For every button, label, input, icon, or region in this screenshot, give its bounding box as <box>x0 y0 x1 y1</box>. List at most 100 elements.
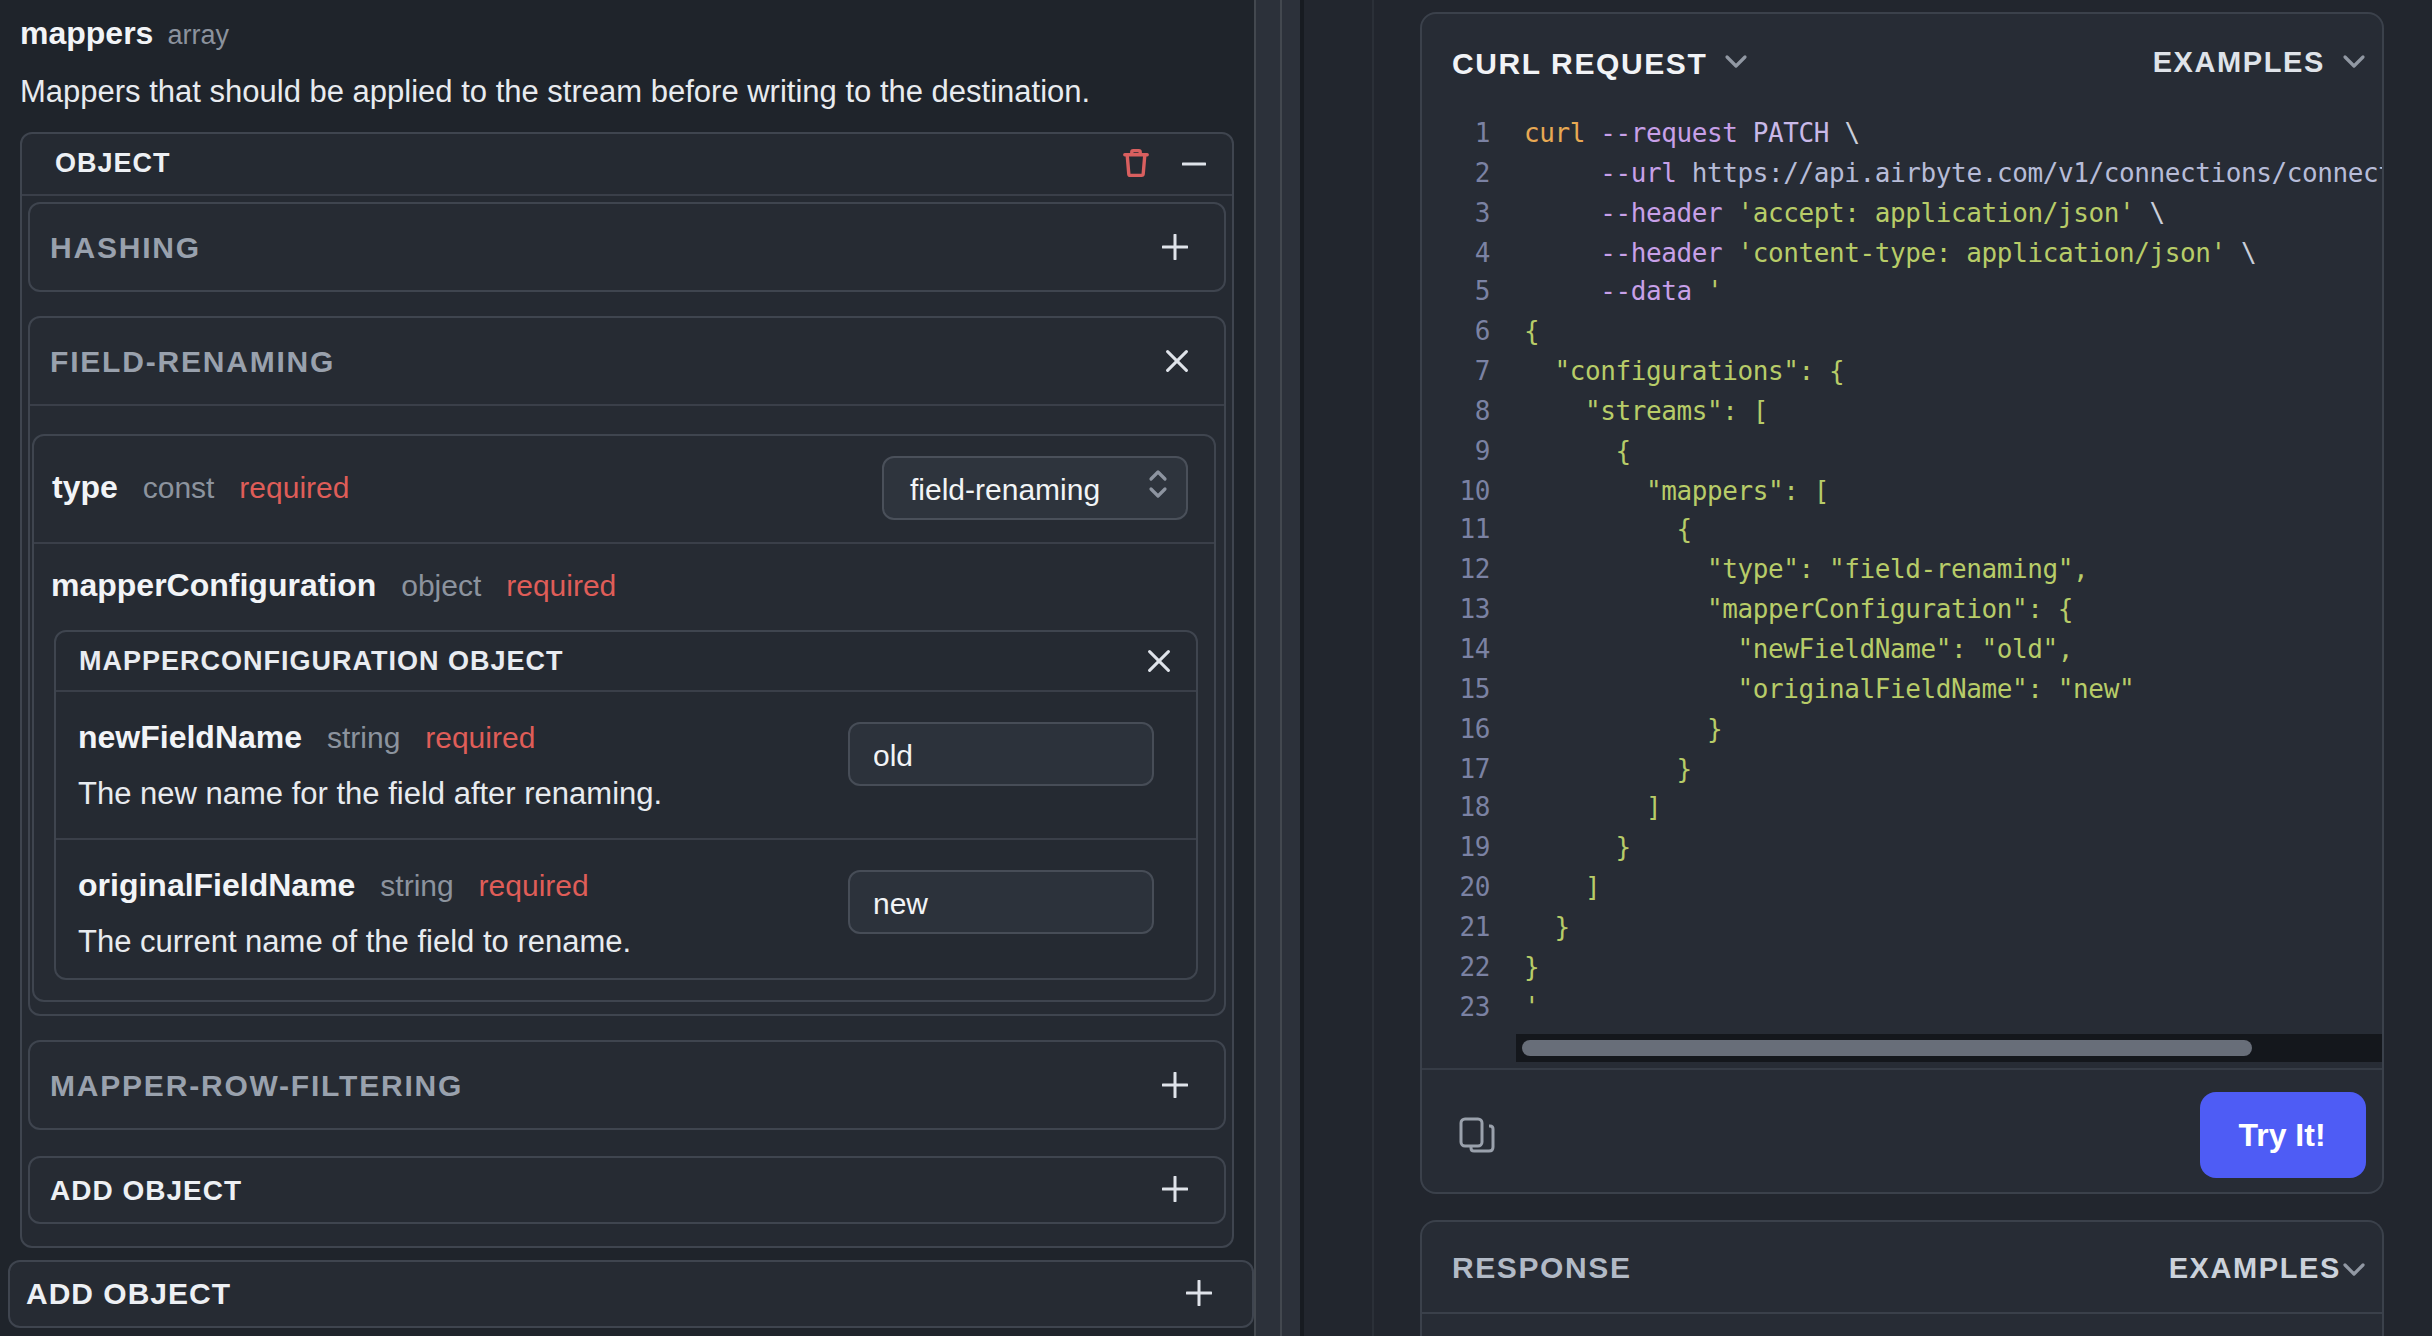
code-line: 10 "mappers": [ <box>1422 471 2381 511</box>
mapperconfiguration-required: required <box>506 567 616 601</box>
object-card-body: HASHING FIELD-RENAMING <box>22 195 1231 1245</box>
curl-request-title[interactable]: CURL REQUEST <box>1452 45 1707 79</box>
outer-add-object-label: ADD OBJECT <box>26 1277 231 1311</box>
plus-icon <box>1162 1072 1188 1098</box>
mapper-row-filtering-label: MAPPER-ROW-FILTERING <box>50 1068 463 1102</box>
newfieldname-kind: string <box>327 719 400 753</box>
examples-dropdown[interactable]: EXAMPLES <box>2153 46 2365 78</box>
chevron-down-icon <box>2341 1249 2365 1285</box>
outer-add-object-button[interactable]: ADD OBJECT <box>8 1259 1253 1328</box>
curl-code-block: 1curl --request PATCH \2 --url https://a… <box>1422 114 2381 1027</box>
line-number: 9 <box>1422 432 1490 472</box>
response-examples-dropdown[interactable]: EXAMPLES <box>2169 1249 2365 1285</box>
type-select[interactable]: field-renaming <box>882 456 1188 521</box>
line-number: 3 <box>1422 193 1490 233</box>
line-number: 7 <box>1422 352 1490 392</box>
code-line: 18 ] <box>1422 789 2381 829</box>
code-line: 9 { <box>1422 432 2381 472</box>
line-number: 19 <box>1422 828 1490 868</box>
add-object-label: ADD OBJECT <box>50 1173 242 1205</box>
mapperconfiguration-card: MAPPERCONFIGURATION OBJECT <box>53 629 1197 979</box>
code-line: 16 } <box>1422 709 2381 749</box>
type-field-row: type const required field-renaming <box>33 435 1214 543</box>
line-number: 20 <box>1422 868 1490 908</box>
mapper-row-filtering-expand[interactable] <box>1162 1072 1188 1098</box>
code-line: 23' <box>1422 987 2381 1027</box>
hashing-expand[interactable] <box>1162 233 1188 259</box>
line-number: 11 <box>1422 511 1490 551</box>
add-object-button[interactable]: ADD OBJECT <box>27 1155 1226 1223</box>
trash-icon[interactable] <box>1122 148 1150 178</box>
close-icon <box>1166 350 1188 372</box>
hashing-section[interactable]: HASHING <box>27 201 1226 291</box>
line-number: 14 <box>1422 630 1490 670</box>
code-line: 3 --header 'accept: application/json' \ <box>1422 193 2381 233</box>
line-number: 21 <box>1422 908 1490 948</box>
code-line: 6{ <box>1422 312 2381 352</box>
stepper-icon <box>1148 468 1168 508</box>
line-number: 4 <box>1422 233 1490 273</box>
field-renaming-remove[interactable] <box>1166 350 1188 372</box>
scrollbar-thumb[interactable] <box>1522 1040 2252 1057</box>
curl-panel-footer: Try It! <box>1422 1069 2381 1193</box>
code-line: 5 --data ' <box>1422 273 2381 313</box>
mapperconfiguration-kind: object <box>401 567 481 601</box>
line-number: 23 <box>1422 987 1490 1027</box>
curl-request-panel: CURL REQUEST EXAMPLES 1curl --request PA… <box>1420 12 2383 1193</box>
line-number: 5 <box>1422 273 1490 313</box>
mapperconfiguration-card-header: MAPPERCONFIGURATION OBJECT <box>55 631 1195 691</box>
field-renaming-label: FIELD-RENAMING <box>50 344 335 378</box>
line-number: 18 <box>1422 789 1490 829</box>
originalfieldname-input[interactable] <box>847 870 1153 934</box>
line-number: 15 <box>1422 670 1490 710</box>
line-number: 6 <box>1422 312 1490 352</box>
line-number: 8 <box>1422 392 1490 432</box>
code-line: 7 "configurations": { <box>1422 352 2381 392</box>
originalfieldname-row: originalFieldName string required The cu… <box>55 839 1195 977</box>
copy-icon[interactable] <box>1458 1117 1496 1155</box>
code-line: 8 "streams": [ <box>1422 392 2381 432</box>
line-number: 22 <box>1422 947 1490 987</box>
chevron-down-icon <box>2341 54 2365 70</box>
plus-icon <box>1185 1281 1211 1307</box>
type-field-name: type <box>52 470 118 504</box>
line-number: 1 <box>1422 114 1490 154</box>
newfieldname-row: newFieldName string required The new nam… <box>55 691 1195 839</box>
line-number: 10 <box>1422 471 1490 511</box>
hashing-label: HASHING <box>50 229 201 263</box>
code-line: 11 { <box>1422 511 2381 551</box>
curl-request-header: CURL REQUEST EXAMPLES <box>1422 14 2381 110</box>
newfieldname-input[interactable] <box>847 722 1153 786</box>
try-it-button[interactable]: Try It! <box>2199 1093 2365 1179</box>
code-line: 21 } <box>1422 908 2381 948</box>
type-field-required: required <box>239 470 349 504</box>
chevron-down-icon[interactable] <box>1723 54 1747 70</box>
originalfieldname-required: required <box>479 867 589 901</box>
object-card-title: OBJECT <box>55 148 171 178</box>
horizontal-scrollbar[interactable] <box>1515 1035 2381 1062</box>
newfieldname-name: newFieldName <box>78 719 302 753</box>
type-field-kind: const <box>143 470 215 504</box>
response-panel: RESPONSE EXAMPLES <box>1420 1220 2383 1336</box>
mapperconfiguration-remove[interactable] <box>1147 649 1169 671</box>
pane-divider[interactable] <box>1254 0 1303 1336</box>
property-description: Mappers that should be applied to the st… <box>20 74 1090 110</box>
line-number: 17 <box>1422 749 1490 789</box>
response-header: RESPONSE EXAMPLES <box>1422 1222 2381 1314</box>
field-renaming-section: FIELD-RENAMING type const req <box>27 316 1226 1015</box>
code-line: 19 } <box>1422 828 2381 868</box>
code-line: 13 "mapperConfiguration": { <box>1422 590 2381 630</box>
mapper-row-filtering-section[interactable]: MAPPER-ROW-FILTERING <box>27 1040 1226 1130</box>
newfieldname-required: required <box>425 719 535 753</box>
mapperconfiguration-section: mapperConfiguration object required MAPP… <box>33 543 1214 999</box>
line-number: 16 <box>1422 709 1490 749</box>
collapse-icon[interactable] <box>1182 151 1206 175</box>
plus-icon <box>1162 233 1188 259</box>
close-icon <box>1147 649 1169 671</box>
mapperconfiguration-card-title: MAPPERCONFIGURATION OBJECT <box>79 645 564 675</box>
field-renaming-header[interactable]: FIELD-RENAMING <box>29 318 1224 406</box>
code-line: 2 --url https://api.airbyte.com/v1/conne… <box>1422 154 2381 194</box>
code-column: CURL REQUEST EXAMPLES 1curl --request PA… <box>1303 0 2432 1336</box>
field-renaming-body: type const required field-renaming <box>31 433 1216 1001</box>
property-type: array <box>167 20 229 50</box>
